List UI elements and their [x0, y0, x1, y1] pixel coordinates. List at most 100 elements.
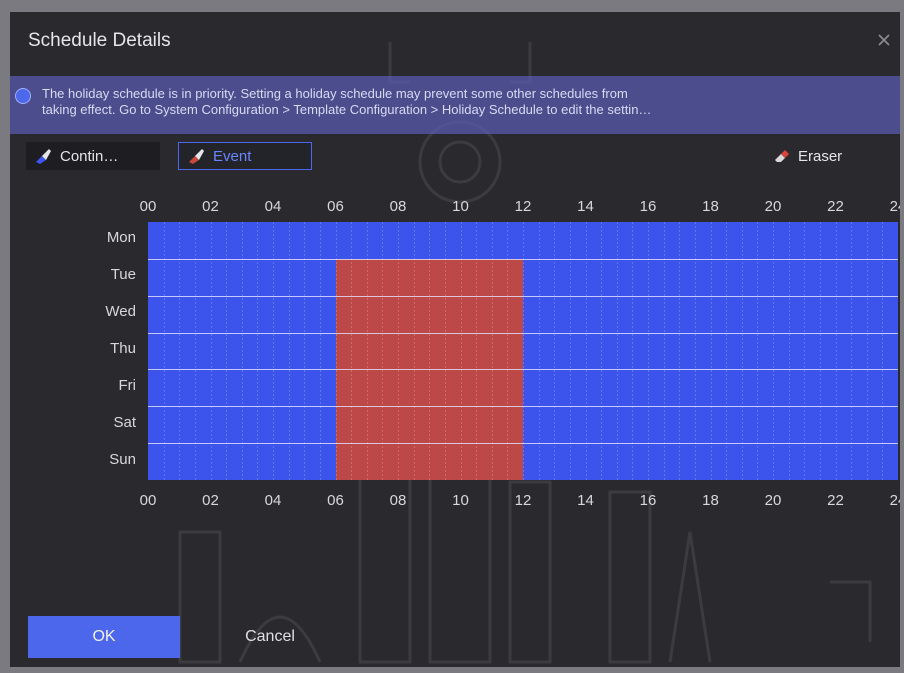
time-guide-line — [866, 222, 868, 480]
event-tool-label: Event — [213, 147, 252, 165]
eraser-icon — [775, 150, 789, 162]
continuous-tool-button[interactable]: Contin… — [26, 142, 160, 170]
hour-label: 10 — [452, 198, 469, 215]
time-guide-line — [694, 222, 696, 480]
time-guide-line — [851, 222, 853, 480]
time-guide-line — [413, 222, 415, 480]
dialog-title: Schedule Details — [28, 30, 171, 51]
day-label: Sun — [109, 450, 136, 468]
hour-label: 22 — [827, 198, 844, 215]
time-guide-line — [538, 222, 540, 480]
time-guide-line — [163, 222, 165, 480]
hour-label: 12 — [514, 198, 532, 215]
hour-label: 04 — [264, 198, 282, 215]
schedule-details-dialog: Schedule Details The holiday schedule is… — [10, 12, 900, 667]
notice-line-2: taking effect. Go to System Configuratio… — [42, 102, 652, 117]
time-guide-line — [788, 222, 790, 480]
time-guide-line — [288, 222, 290, 480]
hour-label: 06 — [327, 198, 344, 215]
day-label: Mon — [106, 229, 136, 247]
time-guide-line — [554, 222, 556, 480]
info-icon — [15, 88, 31, 104]
hour-label: 00 — [139, 492, 157, 509]
hour-label: 22 — [827, 492, 844, 509]
time-guide-line — [335, 222, 337, 480]
continuous-tool-label: Contin… — [60, 147, 119, 165]
time-guide-line — [679, 222, 681, 480]
time-guide-line — [429, 222, 431, 480]
time-guide-line — [507, 222, 509, 480]
day-label: Thu — [110, 340, 136, 357]
time-guide-line — [273, 222, 274, 480]
time-guide-line — [210, 222, 212, 480]
pen-icon — [36, 149, 51, 164]
hour-label: 14 — [577, 492, 594, 509]
time-guide-line — [382, 222, 384, 480]
pen-icon — [189, 149, 204, 164]
hour-label: 08 — [389, 198, 407, 215]
time-guide-line — [819, 222, 821, 480]
close-icon[interactable] — [876, 32, 892, 48]
hour-label: 20 — [764, 492, 782, 509]
hour-axis-top: 00 02 04 06 08 10 12 14 16 18 20 22 24 — [140, 198, 900, 218]
day-label: Tue — [110, 266, 136, 284]
time-guide-line — [726, 222, 728, 480]
hour-axis-bottom: 00 02 04 06 08 10 12 14 16 18 20 22 24 — [140, 492, 900, 512]
time-guide-line — [444, 222, 446, 480]
hour-label: 24 — [889, 492, 900, 509]
cancel-button[interactable]: Cancel — [194, 616, 346, 658]
eraser-tool-button[interactable]: Eraser — [764, 142, 876, 170]
hour-label: 20 — [764, 198, 782, 215]
time-guide-line — [757, 222, 759, 480]
hour-label: 12 — [514, 492, 532, 509]
hour-label: 02 — [202, 492, 219, 509]
time-guide-line — [257, 222, 259, 480]
hour-label: 16 — [639, 198, 657, 215]
hour-label: 16 — [639, 492, 657, 509]
ok-button[interactable]: OK — [28, 616, 180, 658]
hour-label: 08 — [389, 492, 407, 509]
time-guide-line — [741, 222, 743, 480]
notice-text: The holiday schedule is in priority. Set… — [42, 86, 882, 118]
time-guide-line — [648, 222, 649, 480]
time-guide-line — [616, 222, 618, 480]
eraser-tool-label: Eraser — [798, 147, 843, 165]
notice-line-1: The holiday schedule is in priority. Set… — [42, 86, 628, 101]
time-guide-line — [773, 222, 774, 480]
hour-label: 18 — [702, 198, 719, 215]
hour-label: 24 — [889, 198, 900, 215]
schedule-grid[interactable] — [148, 222, 898, 480]
time-guide-line — [491, 222, 493, 480]
time-guide-line — [882, 222, 884, 480]
time-guide-line — [351, 222, 353, 480]
hour-label: 04 — [264, 492, 282, 509]
day-label: Wed — [105, 303, 136, 321]
time-guide-line — [398, 222, 399, 480]
time-guide-line — [632, 222, 634, 480]
hour-label: 02 — [202, 198, 219, 215]
time-guide-line — [241, 222, 243, 480]
hour-label: 18 — [702, 492, 719, 509]
time-guide-line — [569, 222, 571, 480]
day-label: Sat — [113, 413, 136, 431]
event-tool-button[interactable]: Event — [178, 142, 312, 170]
time-guide-line — [460, 222, 462, 480]
time-guide-line — [804, 222, 806, 480]
hour-label: 14 — [577, 198, 594, 215]
hour-label: 00 — [139, 198, 157, 215]
hour-label: 10 — [452, 492, 469, 509]
time-guide-line — [835, 222, 837, 480]
time-guide-line — [710, 222, 712, 480]
day-label: Fri — [118, 376, 137, 394]
time-guide-line — [319, 222, 321, 480]
time-guide-line — [366, 222, 368, 480]
time-guide-line — [585, 222, 587, 480]
holiday-notice-banner: The holiday schedule is in priority. Set… — [10, 76, 900, 134]
time-guide-line — [304, 222, 306, 480]
time-guide-line — [226, 222, 228, 480]
time-guide-line — [523, 222, 524, 480]
time-guide-line — [194, 222, 196, 480]
hour-label: 06 — [327, 492, 344, 509]
time-guide-line — [179, 222, 181, 480]
time-guide-line — [663, 222, 665, 480]
